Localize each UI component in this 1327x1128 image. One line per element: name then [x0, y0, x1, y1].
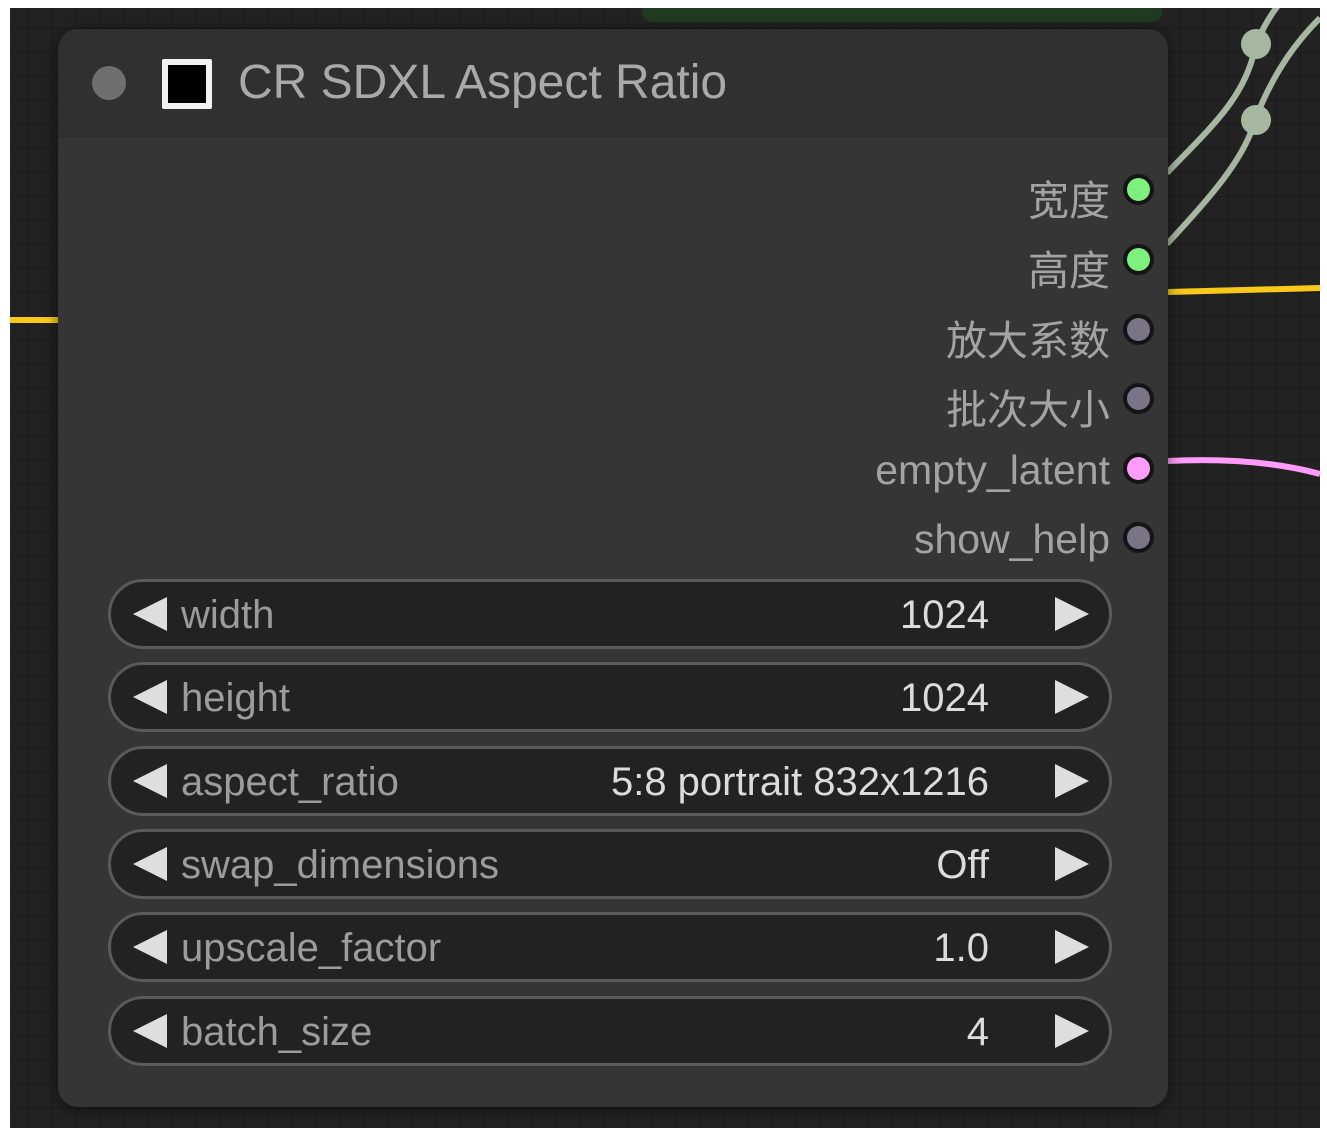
output-label: empty_latent — [875, 447, 1110, 493]
node-header[interactable]: CR SDXL Aspect Ratio — [58, 29, 1168, 138]
graph-canvas[interactable]: CR SDXL Aspect Ratio 宽度 高度 放大系数 批次大小 emp… — [10, 8, 1320, 1128]
widget-name: aspect_ratio — [181, 760, 399, 804]
increment-arrow-icon[interactable] — [1055, 764, 1089, 798]
widget-value[interactable]: 1.0 — [933, 926, 989, 971]
increment-arrow-icon[interactable] — [1055, 847, 1089, 881]
widget-name: width — [181, 593, 275, 637]
output-label: 高度 — [1028, 247, 1110, 295]
decrement-arrow-icon[interactable] — [133, 764, 167, 798]
widget-batch-size[interactable]: batch_size 4 — [108, 996, 1112, 1066]
widget-value[interactable]: 1024 — [900, 593, 989, 638]
widget-value[interactable]: 4 — [967, 1010, 989, 1055]
widget-value[interactable]: 5:8 portrait 832x1216 — [611, 760, 989, 805]
widget-name: height — [181, 676, 290, 720]
output-slot-dot[interactable] — [1123, 244, 1154, 275]
increment-arrow-icon[interactable] — [1055, 680, 1089, 714]
increment-arrow-icon[interactable] — [1055, 930, 1089, 964]
latent-output-link — [1166, 457, 1320, 477]
node-title: CR SDXL Aspect Ratio — [238, 56, 728, 109]
widget-value[interactable]: Off — [936, 843, 989, 888]
output-slot-dot[interactable] — [1123, 453, 1154, 484]
output-width[interactable]: 宽度 — [668, 165, 1168, 225]
output-label: show_help — [913, 516, 1110, 562]
output-upscale-factor[interactable]: 放大系数 — [668, 305, 1168, 365]
widget-name: swap_dimensions — [181, 843, 499, 887]
output-slot-dot[interactable] — [1123, 314, 1154, 345]
widget-name: upscale_factor — [181, 926, 442, 970]
output-label: 宽度 — [1028, 177, 1110, 225]
output-height[interactable]: 高度 — [668, 235, 1168, 295]
decrement-arrow-icon[interactable] — [133, 1014, 167, 1048]
widget-aspect-ratio[interactable]: aspect_ratio 5:8 portrait 832x1216 — [108, 746, 1112, 816]
node-badge-icon[interactable] — [162, 59, 212, 109]
reroute-dot-1 — [1241, 29, 1271, 59]
cr-sdxl-aspect-ratio-node[interactable]: CR SDXL Aspect Ratio 宽度 高度 放大系数 批次大小 emp… — [58, 29, 1168, 1107]
widget-value[interactable]: 1024 — [900, 676, 989, 721]
widget-name: batch_size — [181, 1010, 373, 1054]
decrement-arrow-icon[interactable] — [133, 680, 167, 714]
widget-width[interactable]: width 1024 — [108, 579, 1112, 649]
output-slot-dot[interactable] — [1123, 522, 1154, 553]
decrement-arrow-icon[interactable] — [133, 847, 167, 881]
widget-swap-dimensions[interactable]: swap_dimensions Off — [108, 829, 1112, 899]
yellow-link-right — [1167, 285, 1320, 295]
output-label: 批次大小 — [946, 386, 1110, 434]
increment-arrow-icon[interactable] — [1055, 597, 1089, 631]
widget-upscale-factor[interactable]: upscale_factor 1.0 — [108, 912, 1112, 982]
output-batch-size[interactable]: 批次大小 — [668, 374, 1168, 434]
decrement-arrow-icon[interactable] — [133, 930, 167, 964]
output-slot-dot[interactable] — [1123, 174, 1154, 205]
output-slot-dot[interactable] — [1123, 383, 1154, 414]
decrement-arrow-icon[interactable] — [133, 597, 167, 631]
output-label: 放大系数 — [946, 317, 1110, 365]
output-empty-latent[interactable]: empty_latent — [668, 444, 1168, 494]
reroute-dot-2 — [1241, 105, 1271, 135]
output-show-help[interactable]: show_help — [668, 513, 1168, 563]
increment-arrow-icon[interactable] — [1055, 1014, 1089, 1048]
collapse-toggle-icon[interactable] — [92, 66, 126, 100]
widget-height[interactable]: height 1024 — [108, 662, 1112, 732]
